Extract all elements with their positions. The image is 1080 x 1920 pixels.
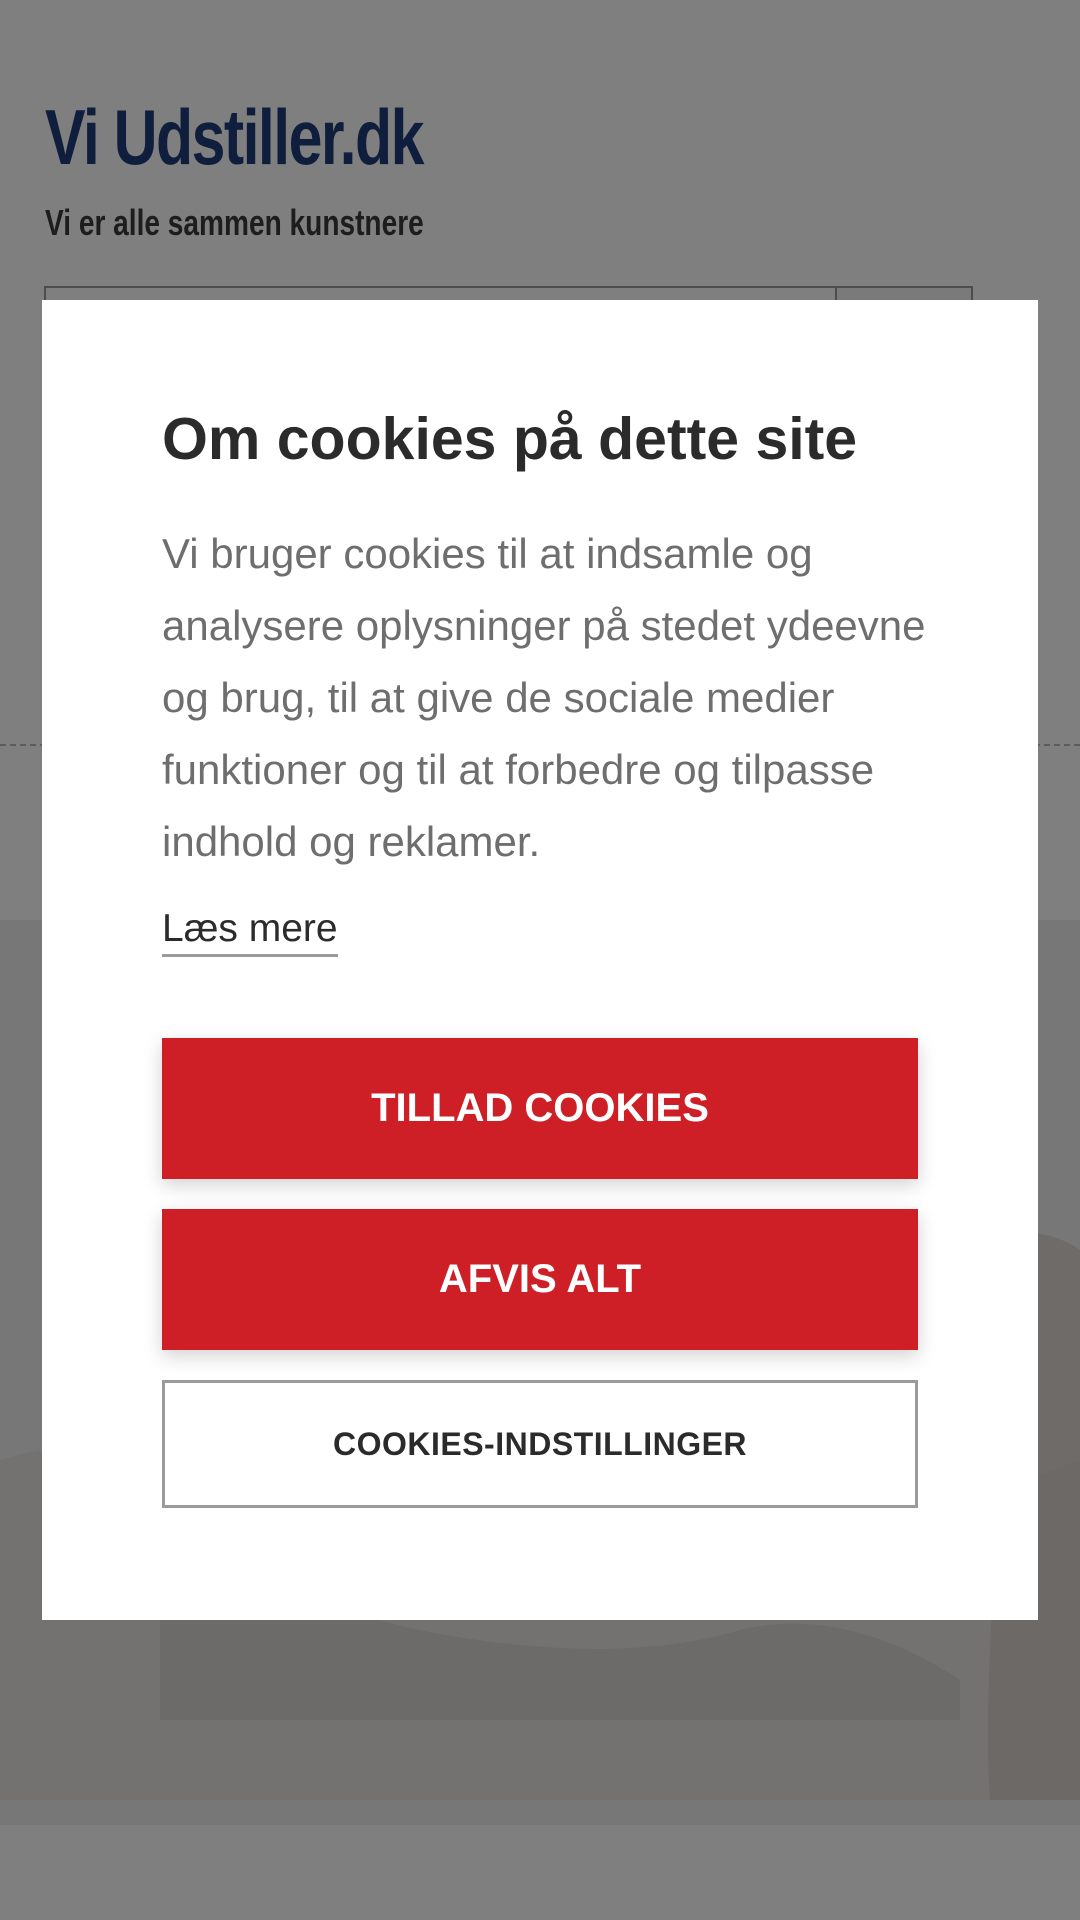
cookie-settings-button[interactable]: COOKIES-INDSTILLINGER bbox=[162, 1380, 918, 1508]
cookie-dialog-text: Vi bruger cookies til at indsamle og ana… bbox=[162, 530, 926, 865]
reject-all-button[interactable]: AFVIS ALT bbox=[162, 1209, 918, 1350]
cookie-consent-dialog: Om cookies på dette site Vi bruger cooki… bbox=[42, 300, 1038, 1620]
allow-cookies-button[interactable]: TILLAD COOKIES bbox=[162, 1038, 918, 1179]
cookie-dialog-title: Om cookies på dette site bbox=[162, 406, 858, 472]
read-more-link[interactable]: Læs mere bbox=[162, 906, 338, 957]
